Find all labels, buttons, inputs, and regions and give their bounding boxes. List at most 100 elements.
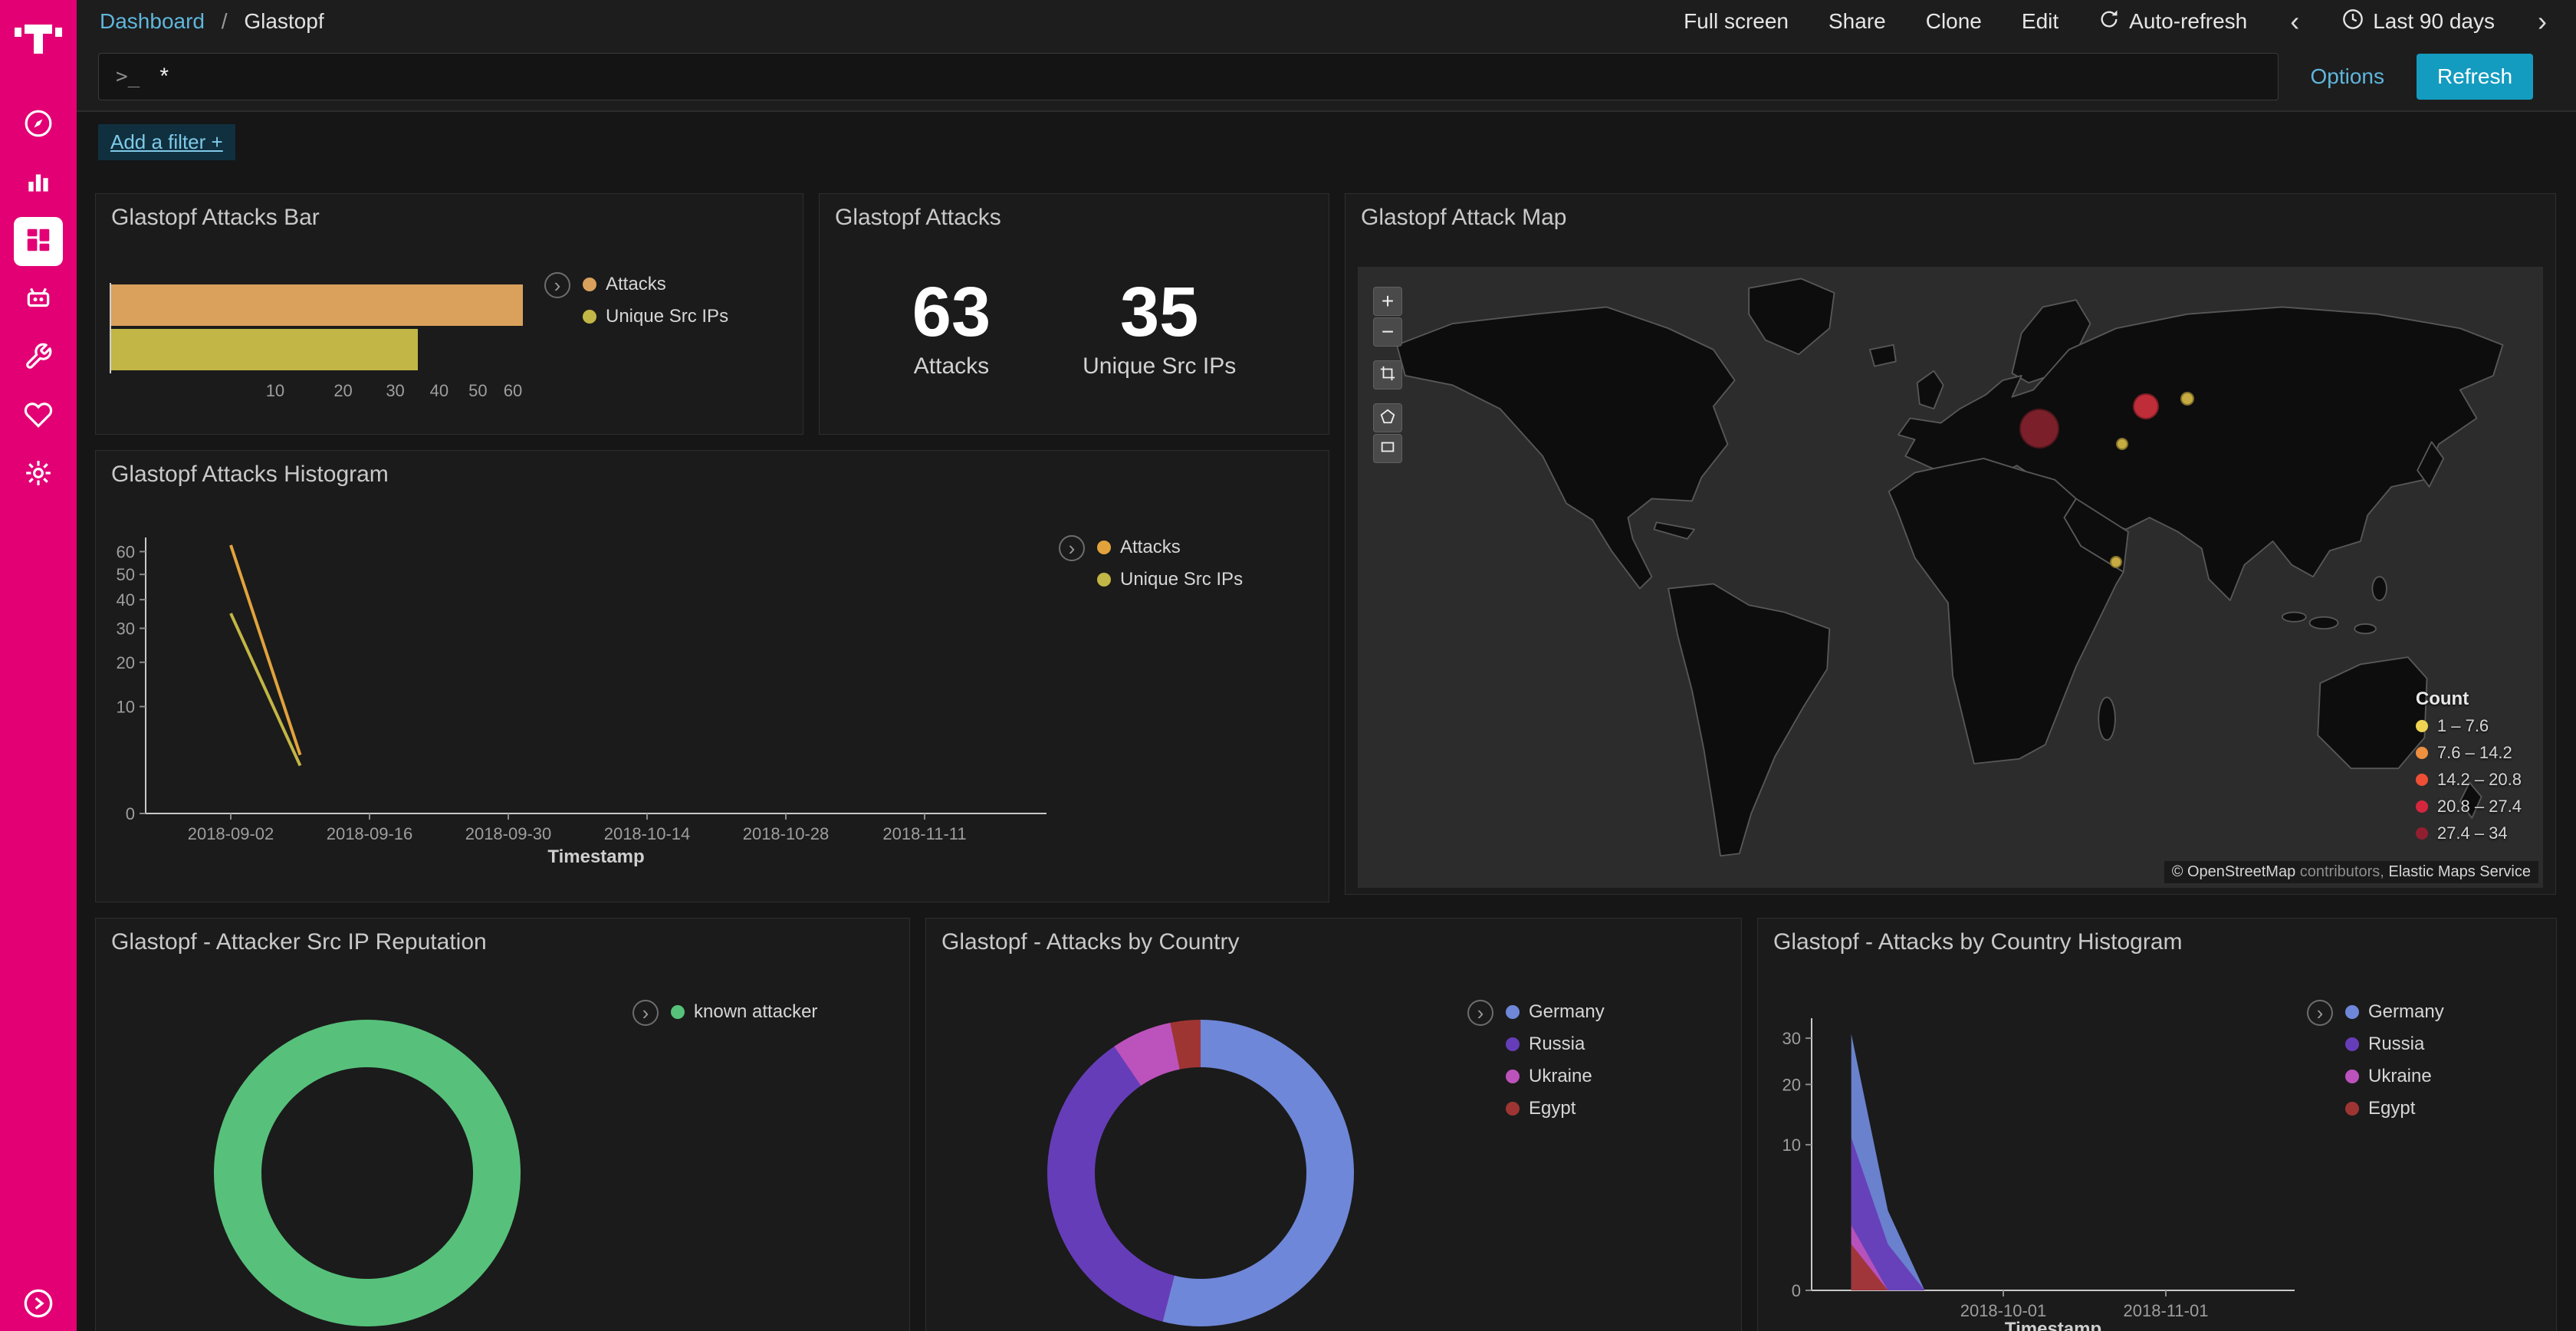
sidebar-item-dev-tools[interactable]	[14, 334, 63, 383]
dashboard-grid: Glastopf Attacks Bar 102030405060 Attack…	[77, 172, 2576, 1331]
search-query-input[interactable]	[159, 64, 2260, 90]
legend-label: Germany	[1529, 1001, 1605, 1023]
metric-value: 35	[1083, 277, 1236, 347]
metric-value: 63	[912, 277, 991, 347]
legend-color-dot	[2416, 720, 2428, 732]
legend-color-dot	[1097, 573, 1111, 587]
sidebar-item-discover[interactable]	[14, 100, 63, 150]
time-forward-button[interactable]: ›	[2535, 8, 2550, 35]
legend-item[interactable]: Attacks	[1097, 537, 1243, 558]
map-marker[interactable]	[2110, 556, 2122, 568]
legend-item[interactable]: Germany	[1506, 1001, 1605, 1023]
attribution-openstreetmap[interactable]: © OpenStreetMap	[2172, 863, 2295, 880]
legend-label: Unique Src IPs	[1120, 569, 1243, 590]
legend-item[interactable]: 20.8 – 27.4	[2416, 797, 2522, 817]
map-marker[interactable]	[2133, 393, 2159, 419]
clone-button[interactable]: Clone	[1926, 9, 1982, 34]
legend-toggle-button[interactable]	[1467, 1000, 1493, 1026]
legend-color-dot	[2345, 1037, 2359, 1051]
legend-item[interactable]: Unique Src IPs	[583, 306, 728, 327]
legend-item[interactable]: 7.6 – 14.2	[2416, 743, 2522, 763]
legend-item[interactable]: Ukraine	[2345, 1066, 2444, 1087]
dashboard-icon	[24, 225, 53, 258]
map-marker[interactable]	[2180, 392, 2194, 406]
legend-items: Attacks Unique Src IPs	[1097, 535, 1243, 590]
sidebar-item-tpot[interactable]	[14, 275, 63, 324]
legend-item[interactable]: known attacker	[671, 1001, 817, 1023]
sidebar-item-visualize[interactable]	[14, 159, 63, 208]
invader-icon	[24, 284, 53, 317]
add-filter-link[interactable]: Add a filter +	[98, 124, 235, 160]
compass-icon	[24, 109, 53, 142]
auto-refresh-button[interactable]: Auto-refresh	[2098, 8, 2247, 35]
y-tick-label: 30	[117, 619, 135, 638]
sidebar-item-monitoring[interactable]	[14, 392, 63, 441]
legend-item[interactable]: Russia	[1506, 1034, 1605, 1055]
panel-attacks-by-country: Glastopf - Attacks by Country Germany Rus…	[925, 918, 1742, 1331]
legend-color-dot	[583, 310, 596, 324]
panel-title: Glastopf - Attacker Src IP Reputation	[111, 929, 487, 955]
legend-toggle-button[interactable]	[544, 272, 570, 298]
legend-items: known attacker	[671, 1000, 817, 1023]
x-axis-label: Timestamp	[2005, 1319, 2101, 1331]
legend-color-dot	[1506, 1102, 1520, 1116]
fit-bounds-button[interactable]	[1373, 360, 1402, 389]
map-marker[interactable]	[2116, 438, 2128, 450]
time-back-button[interactable]: ‹	[2287, 8, 2302, 35]
legend-label: Unique Src IPs	[606, 306, 728, 327]
bar-attacks[interactable]	[111, 284, 523, 326]
legend-color-dot	[2345, 1005, 2359, 1019]
legend: known attacker	[632, 1000, 817, 1026]
panel-title: Glastopf - Attacks by Country	[941, 929, 1240, 955]
attribution-elastic-maps[interactable]: Elastic Maps Service	[2388, 863, 2531, 880]
legend-item[interactable]: Unique Src IPs	[1097, 569, 1243, 590]
edit-button[interactable]: Edit	[2022, 9, 2058, 34]
country-donut[interactable]	[1047, 1020, 1354, 1326]
legend-item[interactable]: Russia	[2345, 1034, 2444, 1055]
crop-icon	[1379, 363, 1396, 387]
zoom-out-button[interactable]: −	[1373, 317, 1402, 347]
legend-items: 1 – 7.6 7.6 – 14.2 14.2 – 20.8 20.8 – 27.4 2…	[2416, 715, 2522, 843]
options-link[interactable]: Options	[2311, 64, 2385, 89]
legend-items: Germany Russia Ukraine Egypt	[2345, 1000, 2444, 1119]
zoom-in-button[interactable]: +	[1373, 287, 1402, 316]
breadcrumb-dashboard-link[interactable]: Dashboard	[100, 9, 205, 33]
share-button[interactable]: Share	[1829, 9, 1886, 34]
zoom-controls: + −	[1373, 287, 1402, 347]
legend-item[interactable]: Egypt	[1506, 1098, 1605, 1119]
donut-hole	[1095, 1067, 1306, 1279]
draw-polygon-button[interactable]	[1373, 403, 1402, 432]
query-input-box[interactable]: >_	[98, 53, 2279, 100]
full-screen-button[interactable]: Full screen	[1684, 9, 1789, 34]
legend-label: 27.4 – 34	[2437, 823, 2508, 843]
legend-item[interactable]: 14.2 – 20.8	[2416, 770, 2522, 790]
bar-unique-src-ips[interactable]	[111, 329, 418, 370]
legend-item[interactable]: Egypt	[2345, 1098, 2444, 1119]
gear-icon	[24, 458, 53, 491]
reputation-donut[interactable]	[214, 1020, 521, 1326]
draw-rectangle-button[interactable]	[1373, 434, 1402, 463]
legend-item[interactable]: 27.4 – 34	[2416, 823, 2522, 843]
refresh-button[interactable]: Refresh	[2417, 54, 2533, 100]
legend-toggle-button[interactable]	[2307, 1000, 2333, 1026]
legend-toggle-button[interactable]	[1059, 535, 1085, 561]
legend-item[interactable]: Ukraine	[1506, 1066, 1605, 1087]
x-tick-label: 30	[386, 381, 404, 401]
legend: Germany Russia Ukraine Egypt	[1467, 1000, 1605, 1119]
legend-item[interactable]: 1 – 7.6	[2416, 716, 2522, 736]
legend-label: Ukraine	[2368, 1066, 2432, 1087]
heart-icon	[24, 400, 53, 433]
legend-label: Ukraine	[1529, 1066, 1592, 1087]
sidebar-item-dashboard[interactable]	[14, 217, 63, 266]
map-controls: + −	[1373, 287, 1402, 463]
world-map[interactable]: + −	[1358, 267, 2543, 888]
x-tick-label: 2018-09-02	[188, 824, 274, 843]
time-picker-button[interactable]: Last 90 days	[2342, 8, 2495, 35]
legend-item[interactable]: Germany	[2345, 1001, 2444, 1023]
map-marker[interactable]	[2019, 409, 2059, 449]
sidebar-item-management[interactable]	[14, 450, 63, 499]
legend-item[interactable]: Attacks	[583, 274, 728, 295]
collapse-nav-button[interactable]	[20, 1287, 57, 1323]
legend-toggle-button[interactable]	[632, 1000, 659, 1026]
map-attribution: © OpenStreetMap contributors, Elastic Ma…	[2164, 861, 2538, 883]
